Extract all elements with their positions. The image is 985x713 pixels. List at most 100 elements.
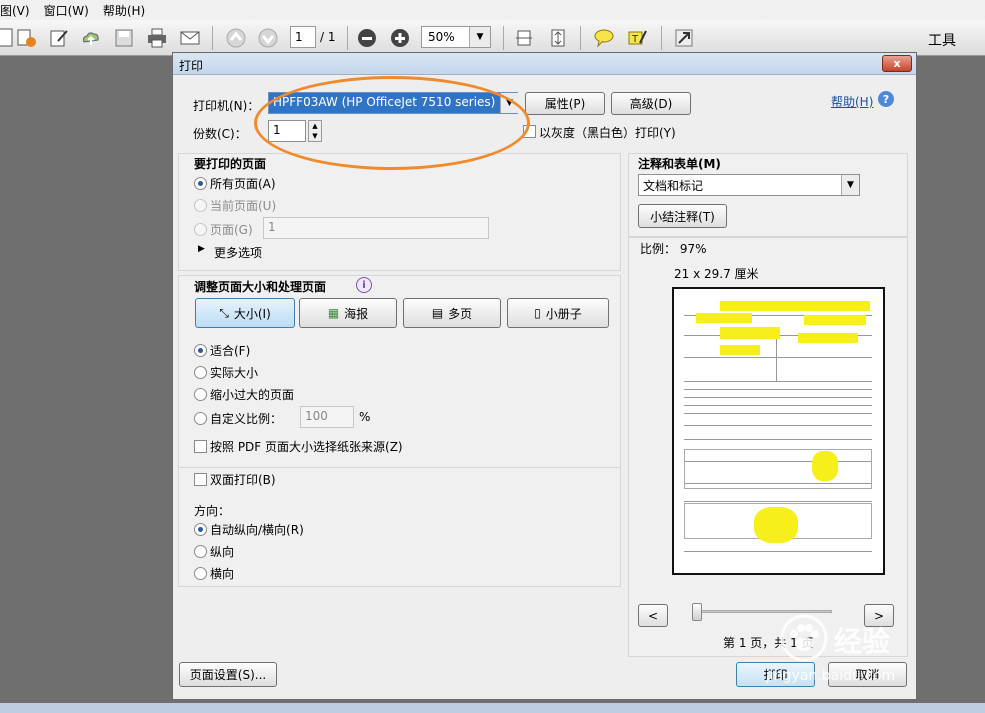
multiple-button[interactable]: ▤ 多页 (403, 298, 501, 328)
preview-slider-thumb[interactable] (692, 603, 702, 621)
custom-scale-label: 自定义比例： (210, 412, 283, 426)
size-button[interactable]: ⤡ 大小(I) (195, 298, 295, 328)
save-icon[interactable] (112, 26, 136, 50)
pages-radio[interactable] (194, 223, 207, 236)
upload-icon[interactable] (79, 26, 103, 50)
edit-icon[interactable] (47, 26, 71, 50)
preview-size: 21 x 29.7 厘米 (674, 267, 759, 281)
actual-size-label: 实际大小 (210, 366, 259, 380)
watermark-url: jingyan.baidu.com (766, 668, 896, 684)
actual-size-radio[interactable] (194, 366, 207, 379)
grayscale-label: 以灰度（黑白色）打印(Y) (539, 126, 676, 140)
menu-window[interactable]: 窗口(W) (44, 0, 89, 20)
poster-button-label: 海报 (344, 306, 369, 321)
size-button-label: 大小(I) (233, 306, 271, 321)
chevron-down-icon[interactable]: ▼ (469, 27, 490, 47)
preview-scale: 比例： 97% (640, 242, 707, 256)
baidu-watermark: 经验 jingyan.baidu.com (766, 614, 940, 694)
portrait-label: 纵向 (210, 545, 235, 559)
fit-width-icon[interactable] (546, 26, 570, 50)
page-total: / 1 (320, 30, 336, 44)
auto-orientation-label: 自动纵向/横向(R) (210, 523, 304, 537)
pages-panel: 要打印的页面 所有页面(A) 当前页面(U) 页面(G) 1 ▶ 更多选项 (178, 153, 621, 271)
info-icon[interactable]: i (356, 277, 372, 293)
shrink-radio[interactable] (194, 388, 207, 401)
preview-prev-button[interactable]: < (638, 604, 668, 627)
duplex-checkbox[interactable] (194, 473, 207, 486)
watermark-text: 经验 (834, 625, 891, 658)
fit-label: 适合(F) (210, 344, 251, 358)
booklet-button-label: 小册子 (545, 306, 582, 321)
dialog-title: 打印 (179, 59, 204, 73)
fit-page-icon[interactable] (512, 26, 536, 50)
page-setup-button[interactable]: 页面设置(S)... (179, 662, 277, 687)
chevron-down-icon[interactable]: ▼ (841, 175, 859, 195)
tools-button[interactable]: 工具 (928, 30, 956, 50)
close-button[interactable]: x (882, 55, 912, 72)
sizing-panel: 调整页面大小和处理页面 i ⤡ 大小(I) ▦ 海报 ▤ 多页 ▯ 小册子 适合(F) … (178, 275, 621, 475)
help-link[interactable]: 帮助(H) (831, 93, 873, 110)
multiple-button-label: 多页 (448, 306, 473, 321)
orientation-title: 方向： (194, 504, 231, 518)
dialog-titlebar: 打印 x (173, 53, 916, 75)
booklet-icon: ▯ (534, 306, 541, 320)
toolbar: T (0, 20, 985, 56)
sizing-title: 调整页面大小和处理页面 (194, 280, 327, 294)
comments-select[interactable]: 文档和标记 (638, 174, 860, 196)
export-icon[interactable] (14, 26, 38, 50)
prev-page-icon[interactable] (224, 26, 248, 50)
choose-paper-label: 按照 PDF 页面大小选择纸张来源(Z) (210, 440, 403, 454)
page-number-input[interactable]: 1 (290, 26, 316, 48)
landscape-radio[interactable] (194, 567, 207, 580)
close-icon: x (893, 57, 901, 70)
all-pages-radio[interactable] (194, 177, 207, 190)
expand-icon[interactable] (672, 26, 696, 50)
highlight-icon[interactable]: T (625, 26, 649, 50)
current-page-label: 当前页面(U) (210, 199, 277, 213)
custom-scale-radio[interactable] (194, 412, 207, 425)
pages-range-input[interactable]: 1 (263, 217, 489, 239)
more-options-toggle[interactable]: 更多选项 (214, 244, 262, 261)
multiple-pages-icon: ▤ (431, 306, 444, 320)
pages-title: 要打印的页面 (194, 157, 267, 171)
copies-label: 份数(C)： (193, 127, 247, 141)
comments-panel: 注释和表单(M) 文档和标记 ▼ 小结注释(T) (628, 153, 908, 237)
zoom-in-icon[interactable] (388, 26, 412, 50)
page-preview (672, 287, 885, 575)
fit-radio[interactable] (194, 344, 207, 357)
landscape-label: 横向 (210, 567, 235, 581)
poster-button[interactable]: ▦ 海报 (299, 298, 397, 328)
advanced-button[interactable]: 高级(D) (611, 92, 691, 115)
choose-paper-checkbox[interactable] (194, 440, 207, 453)
menu-view[interactable]: 图(V) (0, 0, 30, 20)
triangle-right-icon[interactable]: ▶ (198, 244, 205, 254)
poster-icon: ▦ (327, 306, 340, 320)
all-pages-label: 所有页面(A) (210, 177, 276, 191)
paw-logo-icon (780, 614, 828, 662)
next-page-icon[interactable] (256, 26, 280, 50)
svg-text:T: T (631, 34, 639, 45)
comments-title: 注释和表单(M) (638, 157, 721, 171)
comment-icon[interactable] (592, 26, 616, 50)
auto-orientation-radio[interactable] (194, 523, 207, 536)
custom-scale-input[interactable]: 100 (300, 406, 354, 428)
print-icon[interactable] (145, 26, 169, 50)
orientation-panel: 双面打印(B) 方向： 自动纵向/横向(R) 纵向 横向 (178, 467, 621, 587)
pages-label: 页面(G) (210, 223, 253, 237)
printer-label: 打印机(N)： (193, 99, 260, 113)
email-icon[interactable] (178, 26, 202, 50)
percent-label: % (359, 410, 371, 424)
taskbar (0, 703, 985, 713)
portrait-radio[interactable] (194, 545, 207, 558)
menu-help[interactable]: 帮助(H) (103, 0, 145, 20)
current-page-radio[interactable] (194, 199, 207, 212)
properties-button[interactable]: 属性(P) (525, 92, 605, 115)
summarize-comments-button[interactable]: 小结注释(T) (638, 204, 727, 228)
booklet-button[interactable]: ▯ 小册子 (507, 298, 609, 328)
preview-slider[interactable] (692, 610, 832, 613)
zoom-out-icon[interactable] (355, 26, 379, 50)
resize-icon: ⤡ (219, 305, 229, 320)
help-icon[interactable]: ? (878, 91, 894, 107)
annotation-ellipse (254, 76, 530, 170)
menu-bar: 图(V) 窗口(W) 帮助(H) (0, 0, 985, 20)
